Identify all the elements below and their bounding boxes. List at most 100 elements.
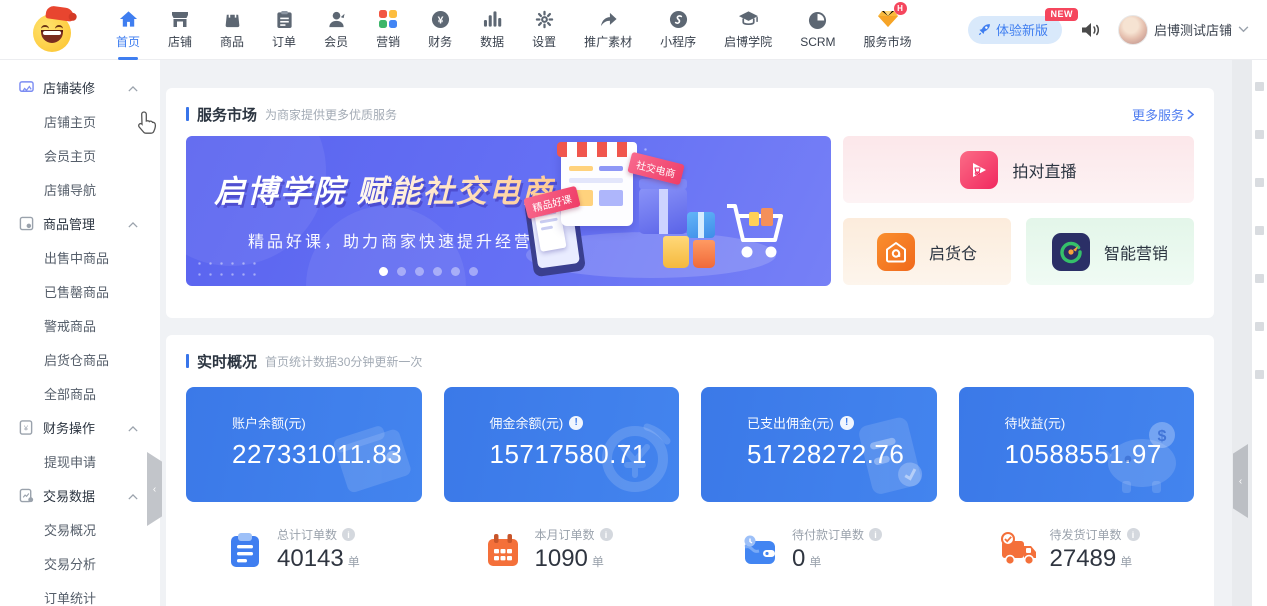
nav-item-finance[interactable]: ¥ 财务 [416, 0, 464, 59]
experience-new-version-button[interactable]: 体验新版 NEW [968, 16, 1062, 44]
carousel-dot[interactable] [469, 267, 478, 276]
sidebar-item-warehouse-goods[interactable]: 启货仓商品 [0, 342, 160, 376]
nav-item-promo-material[interactable]: 推广素材 [572, 0, 644, 59]
sidebar-item-trade-overview[interactable]: 交易概况 [0, 512, 160, 546]
orders-icon [273, 9, 295, 29]
chevron-up-icon [128, 488, 138, 503]
sidebar-item-trade-analysis[interactable]: 交易分析 [0, 546, 160, 580]
market-gem-icon: H [877, 9, 899, 29]
nav-item-members[interactable]: 会员 [312, 0, 360, 59]
data-icon [481, 9, 503, 29]
home-icon [117, 9, 139, 29]
academy-banner[interactable]: 启博学院 赋能社交电商 精品好课，助力商家快速提升经营能力 [186, 136, 831, 286]
sidebar-group-trade-data[interactable]: 交易数据 [0, 478, 160, 512]
store-icon [169, 9, 191, 29]
chevron-up-icon [128, 420, 138, 435]
smart-marketing-icon [1052, 233, 1090, 271]
carousel-dot[interactable] [451, 267, 460, 276]
miniapp-icon [667, 9, 689, 29]
marketing-icon [377, 9, 399, 29]
members-icon [325, 9, 347, 29]
service-market-panel: 服务市场 为商家提供更多优质服务 更多服务 启博学院 赋能社交电商 精品好课，助… [166, 88, 1214, 318]
info-icon[interactable]: ! [569, 416, 583, 430]
stat-card-paid-commission[interactable]: 已支出佣金(元)! 51728272.76 [701, 387, 937, 502]
shopping-bag-graphic [663, 236, 689, 268]
carousel-dot-active[interactable] [379, 267, 388, 276]
stat-card-commission-balance[interactable]: 佣金余额(元)! 15717580.71 [444, 387, 680, 502]
chevron-up-icon [128, 80, 138, 95]
right-panel-collapse-handle[interactable]: ‹ [1233, 444, 1248, 518]
trade-data-icon [18, 487, 34, 503]
h-badge: H [894, 2, 907, 15]
sidebar-item-sold-out-goods[interactable]: 已售罄商品 [0, 274, 160, 308]
goods-icon [221, 9, 243, 29]
nav-item-data[interactable]: 数据 [468, 0, 516, 59]
sidebar-group-goods-manage[interactable]: 商品管理 [0, 206, 160, 240]
info-icon[interactable]: i [1127, 528, 1140, 541]
nav-item-home[interactable]: 首页 [104, 0, 152, 59]
realtime-subtitle: 首页统计数据30分钟更新一次 [265, 353, 422, 370]
sidebar-item-on-sale-goods[interactable]: 出售中商品 [0, 240, 160, 274]
shop-avatar [1118, 15, 1148, 45]
realtime-title: 实时概况 [197, 351, 257, 372]
clipped-right-panel [1252, 60, 1267, 606]
sidebar-collapse-handle[interactable]: ‹ [147, 452, 162, 526]
shop-account-menu[interactable]: 启博测试店铺 [1118, 15, 1249, 45]
nav-item-academy[interactable]: 启博学院 [712, 0, 784, 59]
shopping-bag-graphic [693, 240, 715, 268]
sidebar-item-shop-home[interactable]: 店铺主页 [0, 104, 160, 138]
unpaid-orders-value: 0单 [792, 545, 882, 573]
wallet-clock-icon [741, 531, 779, 569]
sidebar-item-shop-nav[interactable]: 店铺导航 [0, 172, 160, 206]
calendar-icon [484, 531, 522, 569]
service-card-live[interactable]: 拍对直播 [843, 136, 1194, 203]
info-icon[interactable]: i [342, 528, 355, 541]
nav-item-marketing[interactable]: 营销 [364, 0, 412, 59]
stat-card-pending-income[interactable]: 待收益(元) 10588551.97 $ [959, 387, 1195, 502]
stat-card-account-balance[interactable]: 账户余额(元) 227331011.83 [186, 387, 422, 502]
sidebar-group-finance-ops[interactable]: ¥ 财务操作 [0, 410, 160, 444]
info-icon[interactable]: i [600, 528, 613, 541]
announcement-speaker-icon[interactable] [1080, 21, 1100, 39]
service-card-smart-marketing[interactable]: 智能营销 [1026, 218, 1194, 285]
sidebar-item-withdraw-apply[interactable]: 提现申请 [0, 444, 160, 478]
banner-title: 启博学院 赋能社交电商 [214, 166, 555, 211]
nav-item-goods[interactable]: 商品 [208, 0, 256, 59]
sidebar-group-shop-decoration[interactable]: 店铺装修 [0, 70, 160, 104]
truck-icon [999, 531, 1037, 569]
service-card-warehouse[interactable]: 启货仓 [843, 218, 1011, 285]
nav-item-settings[interactable]: 设置 [520, 0, 568, 59]
sidebar-item-member-home[interactable]: 会员主页 [0, 138, 160, 172]
primary-nav: 首页 店铺 商品 订单 会员 [104, 0, 924, 59]
sidebar-item-all-goods[interactable]: 全部商品 [0, 376, 160, 410]
banner-illustration: 社交电商 精品好课 [511, 136, 831, 286]
carousel-dot[interactable] [397, 267, 406, 276]
svg-text:¥: ¥ [24, 423, 29, 432]
carousel-dot[interactable] [433, 267, 442, 276]
gift-box-small-graphic [687, 212, 715, 238]
nav-item-service-market[interactable]: H 服务市场 [852, 0, 924, 59]
sidebar-item-alert-goods[interactable]: 警戒商品 [0, 308, 160, 342]
clipboard-icon [226, 531, 264, 569]
app-logo[interactable] [32, 8, 76, 52]
nav-item-orders[interactable]: 订单 [260, 0, 308, 59]
order-stat-total: 总计订单数i 40143单 [186, 526, 422, 573]
more-services-link[interactable]: 更多服务 [1132, 105, 1194, 124]
nav-item-miniapp[interactable]: 小程序 [648, 0, 708, 59]
carousel-dots [186, 267, 671, 276]
sidebar-item-order-stats[interactable]: 订单统计 [0, 580, 160, 606]
navbar-right-cluster: 体验新版 NEW 启博测试店铺 [968, 15, 1249, 45]
service-market-title: 服务市场 [197, 104, 257, 125]
service-market-subtitle: 为商家提供更多优质服务 [265, 106, 397, 123]
new-badge: NEW [1045, 8, 1078, 21]
carousel-dot[interactable] [415, 267, 424, 276]
nav-item-scrm[interactable]: SCRM [788, 0, 847, 59]
nav-item-store[interactable]: 店铺 [156, 0, 204, 59]
realtime-header: 实时概况 首页统计数据30分钟更新一次 [186, 350, 1194, 372]
info-icon[interactable]: i [869, 528, 882, 541]
finance-ops-icon: ¥ [18, 419, 34, 435]
goods-manage-icon [18, 215, 34, 231]
shop-decoration-icon [18, 79, 34, 95]
scrm-pie-icon [807, 11, 829, 31]
right-rail [1232, 60, 1252, 606]
